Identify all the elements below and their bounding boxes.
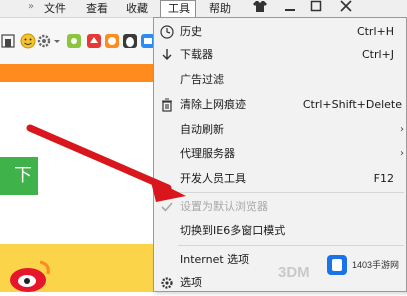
history-clock-icon [160,24,174,39]
app-penguin-icon[interactable] [122,33,138,49]
skin-shirt-icon[interactable] [247,0,272,16]
tools-dropdown-menu: 历史 Ctrl+H 下载器 Ctrl+J 广告过滤 清除上网痕迹 Ctrl+Sh… [153,17,407,292]
menu-item-downloader[interactable]: 下载器 Ctrl+J [154,44,406,66]
app-orange-icon[interactable] [104,33,120,49]
menu-item-history[interactable]: 历史 Ctrl+H [154,21,406,43]
minimize-icon[interactable] [277,0,302,16]
menu-item-set-default-browser: 设置为默认浏览器 [154,196,406,218]
menu-item-label: 开发人员工具 [180,172,246,185]
menu-item-proxy[interactable]: 代理服务器 › [154,143,406,165]
trash-icon [160,97,174,112]
menu-item-label: 广告过滤 [180,73,224,86]
download-button[interactable]: 下 [0,157,38,195]
menu-separator [178,245,404,246]
gear-icon[interactable] [36,33,52,49]
submenu-arrow-icon: › [400,124,404,135]
watermark-site-text: 1403手游网 [352,260,400,270]
checkmark-icon [160,199,174,213]
watermark-3dm: 3DM [278,264,310,281]
weibo-logo-icon [8,256,54,292]
menu-item-shortcut: F12 [373,172,394,185]
maximize-icon[interactable] [303,0,328,16]
close-icon[interactable] [333,0,358,16]
menu-help[interactable]: 帮助 [209,1,231,16]
menu-separator [178,192,404,193]
menu-item-label: 自动刷新 [180,123,224,136]
menu-item-label: 选项 [180,276,202,289]
menu-view[interactable]: 查看 [86,1,108,16]
menu-item-label: 清除上网痕迹 [180,98,246,111]
menu-overflow-chevron[interactable]: » [28,1,34,12]
menu-item-clear-traces[interactable]: 清除上网痕迹 Ctrl+Shift+Delete [154,94,406,116]
gear-icon [160,275,174,289]
page-content [0,64,160,244]
menu-item-ie6-mode[interactable]: 切换到IE6多窗口模式 [154,220,406,242]
home-icon[interactable] [1,33,17,49]
menu-favorites[interactable]: 收藏 [126,1,148,16]
menu-item-shortcut: Ctrl+Shift+Delete [302,98,402,111]
smiley-icon[interactable] [20,33,36,49]
download-arrow-icon [160,47,174,61]
menu-item-label: 历史 [180,25,202,38]
menu-item-shortcut: Ctrl+H [356,25,394,38]
menu-item-dev-tools[interactable]: 开发人员工具 F12 [154,168,406,190]
menu-item-label: 代理服务器 [180,147,235,160]
menu-item-label: 设置为默认浏览器 [180,200,268,213]
site-nav-bar [0,64,160,82]
menu-file[interactable]: 文件 [44,1,66,16]
menu-bar: » 文件 查看 收藏 工具 帮助 [0,0,407,18]
app-green-icon[interactable] [66,33,82,49]
menu-item-label: 切换到IE6多窗口模式 [180,224,286,237]
menu-item-auto-refresh[interactable]: 自动刷新 › [154,119,406,141]
menu-item-label: 下载器 [180,48,213,61]
menu-tools[interactable]: 工具 [168,1,190,16]
submenu-arrow-icon: › [400,148,404,159]
menu-item-shortcut: Ctrl+J [361,48,394,61]
watermark-logo-icon [326,254,348,276]
menu-item-label: Internet 选项 [180,253,250,266]
app-red-icon[interactable] [86,33,102,49]
menu-item-ad-filter[interactable]: 广告过滤 [154,69,406,91]
